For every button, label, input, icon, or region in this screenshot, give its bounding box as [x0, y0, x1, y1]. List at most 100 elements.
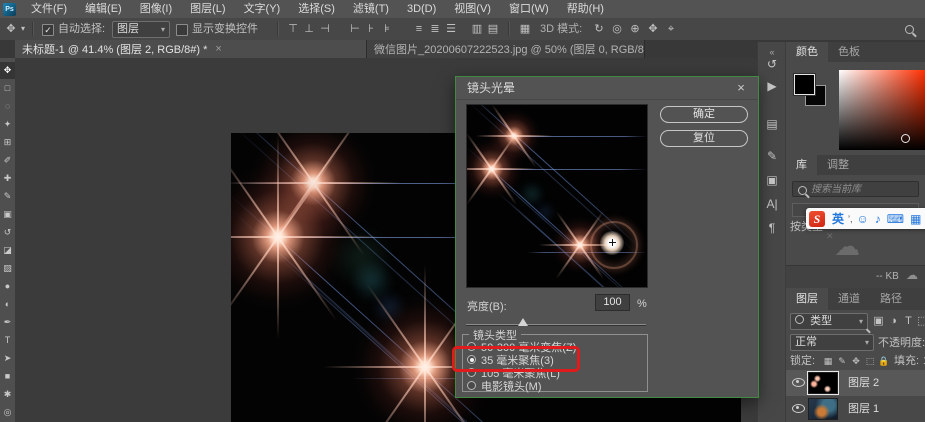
distribute-vertical-icon[interactable]: ▤ — [486, 18, 500, 40]
menu-layer[interactable]: 图层(L) — [181, 0, 234, 18]
ok-button[interactable]: 确定 — [660, 106, 748, 123]
move-tool-icon[interactable]: ✥ — [4, 18, 18, 40]
dodge-tool[interactable]: ◐ — [0, 296, 15, 313]
clone-stamp-tool[interactable]: ▣ — [0, 206, 15, 223]
distribute-middle-icon[interactable]: ≣ — [428, 18, 442, 40]
menu-window[interactable]: 窗口(W) — [500, 0, 558, 18]
history-panel-icon[interactable]: ↺ — [758, 54, 786, 74]
distribute-horizontal-icon[interactable]: ▥ — [470, 18, 484, 40]
keyboard-icon[interactable]: ⌨ — [887, 212, 904, 226]
layer-name[interactable]: 图层 1 — [848, 396, 879, 422]
auto-select-checkbox[interactable]: ✓ — [42, 24, 54, 36]
blur-tool[interactable]: ● — [0, 278, 15, 295]
layer-thumbnail[interactable] — [808, 398, 838, 420]
character-panel-icon[interactable]: A| — [758, 194, 786, 214]
sogou-logo-icon[interactable]: S — [809, 211, 825, 227]
foreground-color-swatch[interactable] — [794, 74, 815, 95]
align-left-icon[interactable]: ⊢ — [348, 18, 362, 40]
tab-channels[interactable]: 通道 — [828, 288, 870, 310]
hand-tool[interactable]: ✱ — [0, 386, 15, 403]
layer-row-1[interactable]: 图层 1 — [786, 396, 925, 422]
brush-settings-panel-icon[interactable]: ✎ — [758, 146, 786, 166]
lock-pixels-icon[interactable]: ✎ — [836, 352, 848, 370]
document-tab-wechat-image[interactable]: 微信图片_20200607222523.jpg @ 50% (图层 0, RGB… — [367, 40, 645, 58]
eyedropper-tool[interactable]: ✐ — [0, 152, 15, 169]
menu-3d[interactable]: 3D(D) — [398, 0, 445, 18]
layer-thumbnail[interactable] — [808, 372, 838, 394]
close-tab-icon[interactable]: × — [215, 43, 221, 55]
flare-center-crosshair[interactable] — [609, 239, 616, 246]
creative-cloud-icon[interactable]: ☁ — [834, 231, 860, 262]
menu-view[interactable]: 视图(V) — [445, 0, 500, 18]
3d-rotate-icon[interactable]: ↻ — [592, 18, 606, 40]
filter-adjustment-layers-icon[interactable]: ◑ — [887, 310, 900, 332]
crop-tool[interactable]: ⊞ — [0, 134, 15, 151]
emoji-icon[interactable]: ☺ — [857, 212, 869, 226]
layer-name[interactable]: 图层 2 — [848, 370, 879, 396]
3d-roll-icon[interactable]: ◎ — [610, 18, 624, 40]
filter-type-layers-icon[interactable]: T — [902, 310, 915, 332]
distribute-top-icon[interactable]: ≡ — [412, 18, 426, 40]
quick-selection-tool[interactable]: ✦ — [0, 116, 15, 133]
paragraph-panel-icon[interactable]: ¶ — [758, 218, 786, 238]
slider-thumb[interactable] — [518, 318, 528, 326]
mic-icon[interactable]: ♪ — [875, 212, 881, 226]
tab-paths[interactable]: 路径 — [870, 288, 912, 310]
slider-track[interactable] — [466, 324, 646, 325]
tab-layers[interactable]: 图层 — [786, 288, 828, 310]
3d-drag-icon[interactable]: ⊕ — [628, 18, 642, 40]
photoshop-app-icon[interactable]: Ps — [3, 3, 16, 16]
ime-punctuation-mode[interactable]: ’, — [848, 214, 853, 224]
lens-option-movie-prime[interactable]: 电影镜头(M) — [467, 379, 542, 392]
align-right-icon[interactable]: ⊧ — [380, 18, 394, 40]
lock-artboard-icon[interactable]: ⬚ — [864, 352, 876, 370]
document-tab-untitled[interactable]: 未标题-1 @ 41.4% (图层 2, RGB/8#) * × — [15, 40, 367, 58]
layer-visibility-eye-icon[interactable] — [792, 378, 805, 387]
menu-edit[interactable]: 编辑(E) — [76, 0, 131, 18]
menu-select[interactable]: 选择(S) — [289, 0, 344, 18]
tab-color[interactable]: 颜色 — [786, 42, 828, 62]
actions-panel-icon[interactable]: ▶ — [758, 76, 786, 96]
tab-libraries[interactable]: 库 — [786, 155, 817, 175]
menu-image[interactable]: 图像(I) — [131, 0, 181, 18]
menu-type[interactable]: 文字(Y) — [235, 0, 290, 18]
align-distribute-extra-icon[interactable]: ▦ — [518, 18, 532, 40]
brush-tool[interactable]: ✎ — [0, 188, 15, 205]
menu-help[interactable]: 帮助(H) — [558, 0, 613, 18]
path-selection-tool[interactable]: ➤ — [0, 350, 15, 367]
layer-visibility-eye-icon[interactable] — [792, 404, 805, 413]
3d-slide-icon[interactable]: ✥ — [646, 18, 660, 40]
align-vertical-center-icon[interactable]: ⊥ — [302, 18, 316, 40]
color-picker-gradient[interactable] — [839, 70, 925, 150]
handwriting-icon[interactable]: ▦ — [910, 212, 921, 226]
pen-tool[interactable]: ✒ — [0, 314, 15, 331]
reset-button[interactable]: 复位 — [660, 130, 748, 147]
layer-filter-kind-combo[interactable]: 类型 ▾ — [790, 313, 868, 330]
dialog-close-icon[interactable]: × — [734, 77, 748, 99]
lock-all-icon[interactable]: 🔒 — [878, 352, 890, 370]
cloud-upload-icon[interactable]: ☁ — [906, 268, 918, 282]
type-tool[interactable]: T — [0, 332, 15, 349]
show-transform-checkbox[interactable] — [176, 24, 188, 36]
library-search-input[interactable]: 搜索当前库 — [792, 181, 919, 197]
auto-select-target-combo[interactable]: 图层 ▾ — [112, 21, 170, 38]
dialog-title-bar[interactable]: 镜头光晕 × — [456, 77, 758, 100]
move-tool[interactable]: ✥ — [0, 62, 15, 79]
blend-mode-combo[interactable]: 正常 ▾ — [790, 334, 874, 351]
tool-preset-caret-icon[interactable]: ▾ — [18, 18, 28, 40]
brightness-value-field[interactable]: 100 — [595, 294, 630, 311]
gradient-tool[interactable]: ▨ — [0, 260, 15, 277]
color-picker-cursor[interactable] — [901, 134, 910, 143]
ime-language-mode[interactable]: 英 — [832, 210, 844, 227]
styles-panel-icon[interactable]: ▤ — [758, 114, 786, 134]
clone-source-panel-icon[interactable]: ▣ — [758, 170, 786, 190]
marquee-tool[interactable]: □ — [0, 80, 15, 97]
lock-transparency-icon[interactable]: ▦ — [822, 352, 834, 370]
tab-swatches[interactable]: 色板 — [828, 42, 870, 62]
align-horizontal-center-icon[interactable]: ⊦ — [364, 18, 378, 40]
layer-row-2[interactable]: 图层 2 — [786, 370, 925, 396]
distribute-bottom-icon[interactable]: ☰ — [444, 18, 458, 40]
align-top-icon[interactable]: ⊤ — [286, 18, 300, 40]
filter-shape-layers-icon[interactable]: ⬚ — [916, 310, 925, 332]
flare-preview[interactable] — [466, 104, 648, 288]
